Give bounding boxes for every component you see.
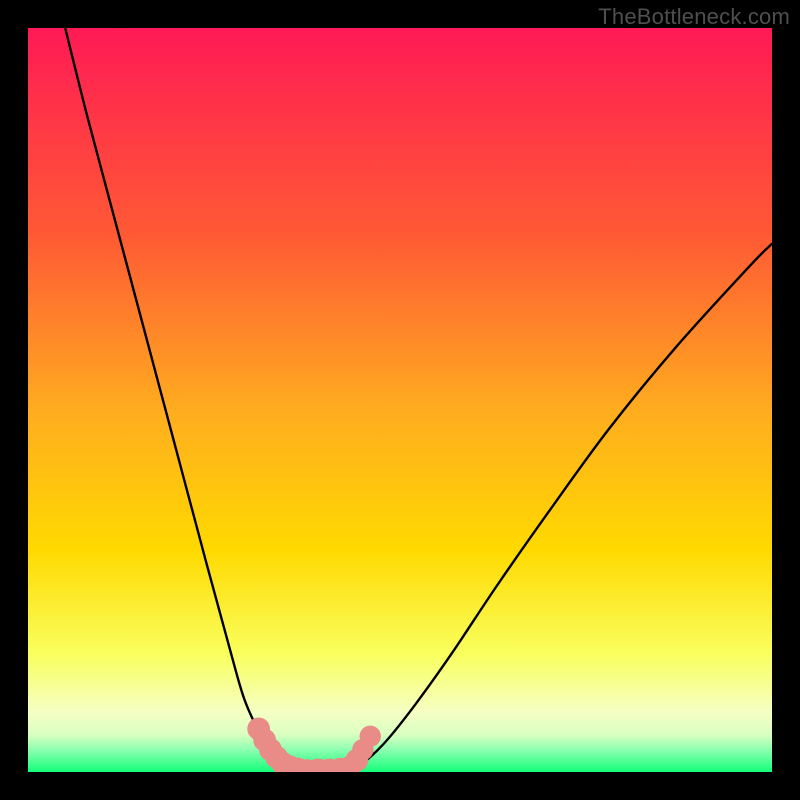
plot-area [28, 28, 772, 772]
watermark-text: TheBottleneck.com [598, 4, 790, 30]
chart-svg [28, 28, 772, 772]
gradient-background [28, 28, 772, 772]
chart-frame: TheBottleneck.com [0, 0, 800, 800]
data-marker [360, 726, 381, 747]
